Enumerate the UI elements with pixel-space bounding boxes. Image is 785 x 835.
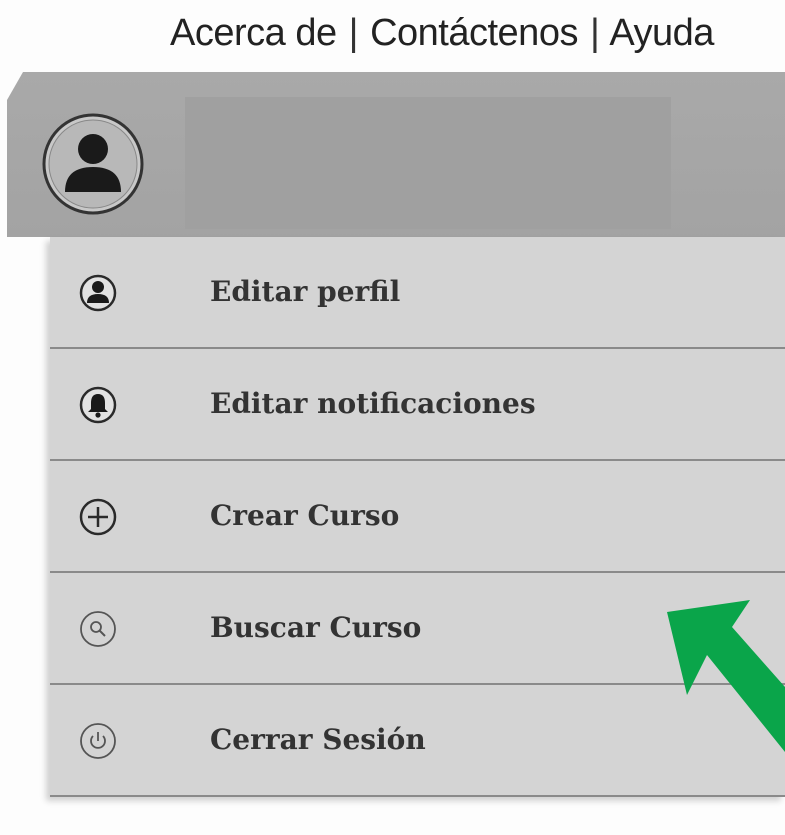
menu-item-edit-notifications[interactable]: Editar notificaciones [50, 349, 785, 461]
menu-item-label: Cerrar Sesión [210, 723, 426, 756]
menu-item-label: Editar notificaciones [210, 387, 536, 420]
annotation-arrow-shape [667, 600, 785, 752]
link-about[interactable]: Acerca de [170, 12, 337, 54]
user-icon [79, 274, 117, 312]
annotation-arrow [667, 600, 785, 752]
bell-icon [79, 386, 117, 424]
user-avatar-icon[interactable] [41, 112, 145, 216]
top-links: Acerca de | Contáctenos | Ayuda [170, 12, 714, 62]
profile-bar [7, 72, 785, 237]
search-icon [80, 611, 116, 647]
link-contact[interactable]: Contáctenos [370, 12, 578, 54]
menu-item-label: Buscar Curso [210, 611, 422, 644]
power-icon [80, 723, 116, 759]
menu-item-label: Editar perfil [210, 275, 401, 308]
link-help[interactable]: Ayuda [609, 12, 714, 54]
page: Acerca de | Contáctenos | Ayuda Editar p… [0, 0, 785, 835]
user-name-area [185, 97, 671, 229]
menu-item-create-course[interactable]: Crear Curso [50, 461, 785, 573]
link-separator: | [348, 12, 359, 54]
menu-item-edit-profile[interactable]: Editar perfil [50, 237, 785, 349]
menu-item-label: Crear Curso [210, 499, 400, 532]
plus-icon [79, 498, 117, 536]
link-separator: | [590, 12, 600, 54]
